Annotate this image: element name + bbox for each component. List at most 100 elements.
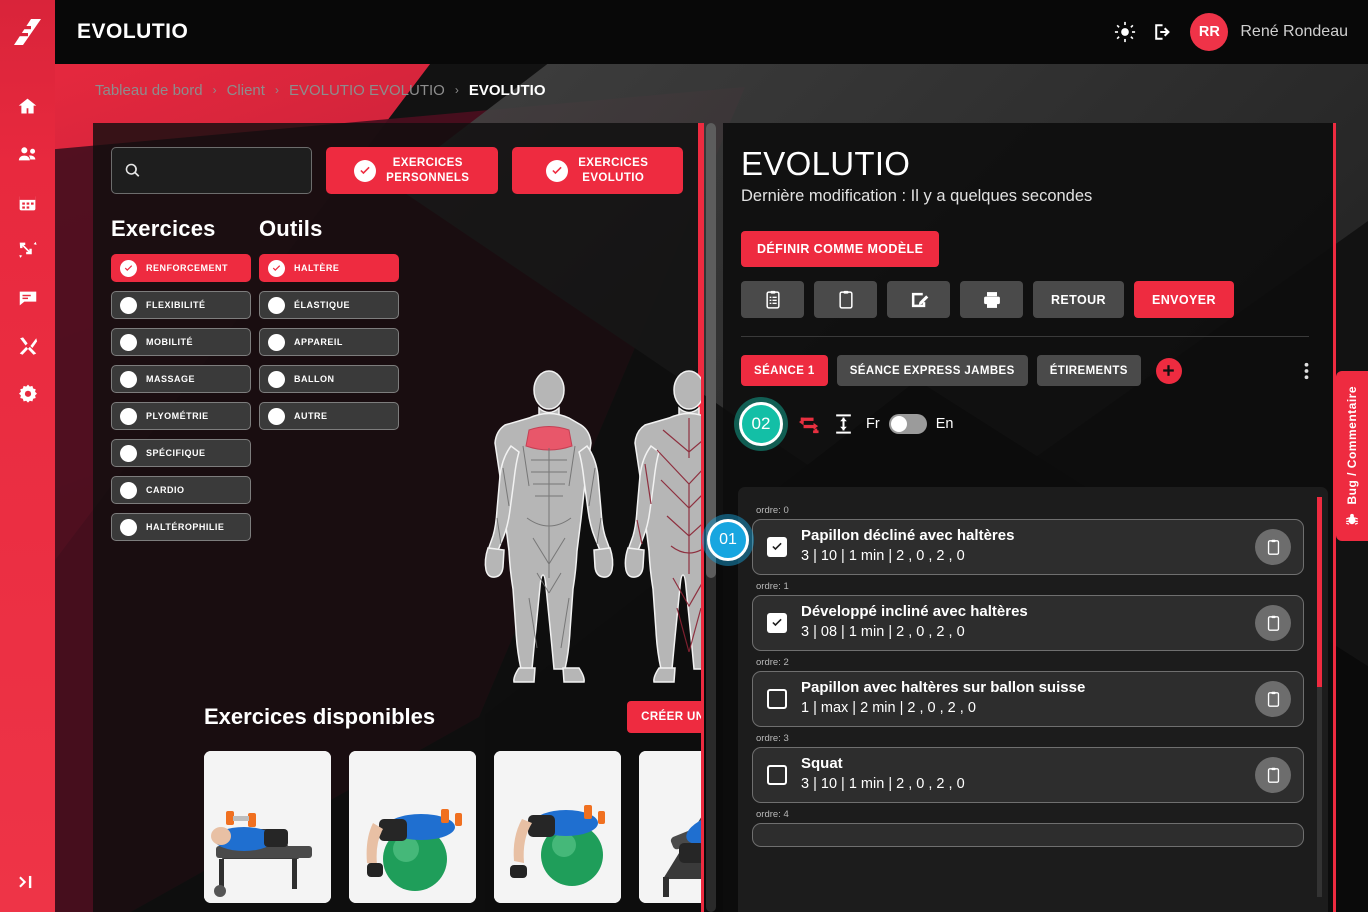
settings-icon <box>18 384 37 403</box>
search-box[interactable] <box>111 147 312 194</box>
sidebar-item-tools[interactable] <box>0 322 55 370</box>
filter-appareil[interactable]: APPAREIL <box>259 328 399 356</box>
filter-renforcement[interactable]: RENFORCEMENT <box>111 254 251 282</box>
filter-massage[interactable]: MASSAGE <box>111 365 251 393</box>
breadcrumb-item-evolutio-evolutio[interactable]: EVOLUTIO EVOLUTIO <box>289 82 445 99</box>
sidebar-item-activity[interactable] <box>0 226 55 274</box>
sidebar-collapse-toggle[interactable] <box>0 862 55 902</box>
sidebar-item-clients[interactable] <box>0 130 55 178</box>
filter-specifique[interactable]: SPÉCIFIQUE <box>111 439 251 467</box>
exercise-list-item[interactable]: Papillon décliné avec haltères 3 | 10 | … <box>752 519 1304 575</box>
check-icon <box>360 166 370 174</box>
tab-seance-1[interactable]: SÉANCE 1 <box>741 355 828 386</box>
sidebar-rail[interactable] <box>0 0 55 912</box>
filter-label: FLEXIBILITÉ <box>146 300 206 310</box>
collapse-rows-icon <box>836 414 851 434</box>
exercise-list-item[interactable]: Papillon avec haltères sur ballon suisse… <box>752 671 1304 727</box>
expand-sidebar-icon <box>18 875 31 889</box>
exercise-card[interactable]: Tirade bras tendus, couch... <box>349 751 476 912</box>
filter-exercices-personnels[interactable]: EXERCICES PERSONNELS <box>326 147 498 194</box>
step-badge-01: 01 <box>707 519 749 561</box>
users-icon <box>18 147 35 161</box>
available-exercises-grid: Développé couché en prise... Tirade bras… <box>204 751 701 912</box>
exercise-card[interactable]: Développé incliné avec ha... <box>639 751 701 912</box>
superset-button[interactable] <box>797 414 821 434</box>
logout-button[interactable] <box>1152 21 1174 43</box>
checklist-button[interactable] <box>741 281 804 318</box>
copy-button[interactable] <box>814 281 877 318</box>
action-buttons-row: RETOUR ENVOYER <box>741 281 1309 318</box>
exercise-copy-button[interactable] <box>1255 757 1291 793</box>
back-button[interactable]: RETOUR <box>1033 281 1124 318</box>
exercise-list-item[interactable]: Squat 3 | 10 | 1 min | 2 , 0 , 2 , 0 <box>752 747 1304 803</box>
exercise-title: Squat <box>801 755 843 773</box>
bug-feedback-tab[interactable]: Bug / Commentaire <box>1336 371 1368 541</box>
exercise-list-item[interactable] <box>752 823 1304 847</box>
breadcrumb-item-dashboard[interactable]: Tableau de bord <box>95 82 203 99</box>
create-exercise-button[interactable]: CRÉER UN EXERCICE <box>627 701 701 733</box>
sidebar-item-calendar[interactable] <box>0 178 55 226</box>
last-modified-label: Dernière modification : Il y a quelques … <box>741 187 1093 205</box>
exercise-text-block: Papillon décliné avec haltères 3 | 10 | … <box>801 527 1241 566</box>
exercise-copy-button[interactable] <box>1255 605 1291 641</box>
order-label: ordre: 0 <box>756 505 789 516</box>
exercise-params: 3 | 10 | 1 min | 2 , 0 , 2 , 0 <box>801 548 965 565</box>
filter-mobilite[interactable]: MOBILITÉ <box>111 328 251 356</box>
filter-halterophilie[interactable]: HALTÉROPHILIE <box>111 513 251 541</box>
filter-cardio[interactable]: CARDIO <box>111 476 251 504</box>
sidebar-item-settings[interactable] <box>0 370 55 418</box>
set-as-template-button[interactable]: DÉFINIR COMME MODÈLE <box>741 231 940 267</box>
exercise-list-scrollbar[interactable] <box>1317 497 1322 897</box>
tab-etirements[interactable]: ÉTIREMENTS <box>1036 355 1141 386</box>
filter-ballon[interactable]: BALLON <box>259 365 399 393</box>
check-circle-icon <box>546 159 569 182</box>
session-exercise-list: ordre: 0 Papillon décliné avec haltères … <box>738 487 1328 912</box>
avatar[interactable]: RR <box>1190 13 1229 51</box>
sidebar-item-home[interactable] <box>0 82 55 130</box>
search-input[interactable] <box>149 162 299 179</box>
breadcrumb-item-client[interactable]: Client <box>227 82 265 99</box>
bug-icon <box>1346 513 1358 525</box>
exercise-checkbox[interactable] <box>767 613 787 633</box>
exercise-copy-button[interactable] <box>1255 529 1291 565</box>
language-switch[interactable] <box>888 414 927 434</box>
theme-toggle-button[interactable] <box>1114 21 1136 43</box>
filter-label: CARDIO <box>146 485 185 495</box>
library-scrollbar[interactable] <box>706 123 716 912</box>
print-button[interactable] <box>960 281 1023 318</box>
filter-flexibilite[interactable]: FLEXIBILITÉ <box>111 291 251 319</box>
add-session-button[interactable] <box>1155 357 1182 384</box>
filter-label: ÉLASTIQUE <box>294 300 351 310</box>
session-options-menu[interactable] <box>1304 360 1309 382</box>
exercise-checkbox[interactable] <box>767 689 787 709</box>
sidebar-item-messages[interactable] <box>0 274 55 322</box>
library-scrollbar-thumb[interactable] <box>706 123 716 578</box>
send-button[interactable]: ENVOYER <box>1133 281 1234 318</box>
exercise-thumbnail <box>349 751 476 903</box>
exercise-list-scrollbar-thumb[interactable] <box>1317 497 1322 687</box>
filter-autre[interactable]: AUTRE <box>259 402 399 430</box>
exercise-copy-button[interactable] <box>1255 681 1291 717</box>
check-icon <box>772 542 782 551</box>
edit-button[interactable] <box>887 281 950 318</box>
tab-seance-express-jambes[interactable]: SÉANCE EXPRESS JAMBES <box>836 355 1028 386</box>
exercise-card[interactable]: Papillon avec haltères su... <box>494 751 621 912</box>
app-brand-title: EVOLUTIO <box>77 20 189 43</box>
filter-exercices-evolutio[interactable]: EXERCICES EVOLUTIO <box>511 147 683 194</box>
session-tabs: SÉANCE 1 SÉANCE EXPRESS JAMBES ÉTIREMENT… <box>741 355 1309 386</box>
filter-elastique[interactable]: ÉLASTIQUE <box>259 291 399 319</box>
available-exercises-title: Exercices disponibles <box>204 704 436 729</box>
exercise-card[interactable]: Développé couché en prise... <box>204 751 331 912</box>
filter-label: AUTRE <box>294 411 328 421</box>
filter-plyometrie[interactable]: PLYOMÉTRIE <box>111 402 251 430</box>
exercise-text-block: Développé incliné avec haltères 3 | 08 |… <box>801 603 1241 642</box>
radio-dot-icon <box>268 333 285 351</box>
app-logo[interactable] <box>0 0 55 64</box>
exercise-checkbox[interactable] <box>767 537 787 557</box>
radio-dot-icon <box>120 518 137 536</box>
collapse-rows-button[interactable] <box>835 413 852 435</box>
filter-haltere[interactable]: HALTÈRE <box>259 254 399 282</box>
exercise-checkbox[interactable] <box>767 765 787 785</box>
exercise-list-item[interactable]: Développé incliné avec haltères 3 | 08 |… <box>752 595 1304 651</box>
language-toggle[interactable]: Fr En <box>866 414 953 434</box>
